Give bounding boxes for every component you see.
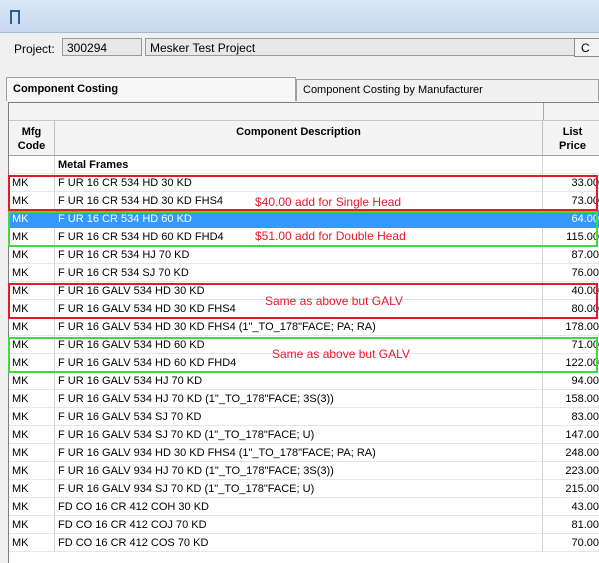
mfg-code-cell: MK xyxy=(9,246,55,264)
table-row[interactable]: MK F UR 16 CR 534 SJ 70 KD 76.00 xyxy=(9,264,599,282)
tab-component-costing-by-manufacturer[interactable]: Component Costing by Manufacturer xyxy=(296,79,599,101)
column-header-mfg-code[interactable]: Mfg Code xyxy=(9,121,55,155)
grid-header: Mfg Code Component Description List Price xyxy=(9,121,599,156)
table-row[interactable]: MK FD CO 16 CR 412 COJ 70 KD 81.00 xyxy=(9,516,599,534)
annotation-note: Same as above but GALV xyxy=(272,347,410,361)
project-lookup-button[interactable]: C xyxy=(574,38,599,57)
table-row[interactable]: MK F UR 16 CR 534 HD 30 KD 33.00 xyxy=(9,174,599,192)
mfg-code-cell: MK xyxy=(9,336,55,354)
mfg-code-cell: MK xyxy=(9,372,55,390)
table-row[interactable]: MK F UR 16 CR 534 HD 60 KD 64.00 xyxy=(9,210,599,228)
list-price-cell: 122.00 xyxy=(543,354,599,372)
table-row[interactable]: MK F UR 16 GALV 934 HD 30 KD FHS4 (1"_TO_… xyxy=(9,444,599,462)
table-row[interactable]: MK F UR 16 GALV 534 HJ 70 KD 94.00 xyxy=(9,372,599,390)
list-price-cell: 73.00 xyxy=(543,192,599,210)
mfg-code-cell: MK xyxy=(9,408,55,426)
mfg-code-cell: MK xyxy=(9,516,55,534)
description-cell: F UR 16 GALV 934 HD 30 KD FHS4 (1"_TO_17… xyxy=(55,444,543,462)
table-row[interactable]: MK F UR 16 GALV 534 HJ 70 KD (1"_TO_178"F… xyxy=(9,390,599,408)
table-row[interactable]: MK F UR 16 GALV 934 HJ 70 KD (1"_TO_178"F… xyxy=(9,462,599,480)
list-price-cell: 33.00 xyxy=(543,174,599,192)
table-row[interactable]: MK F UR 16 CR 534 HJ 70 KD 87.00 xyxy=(9,246,599,264)
column-header-component-description[interactable]: Component Description xyxy=(55,121,543,155)
table-row[interactable]: MK FD CO 16 CR 412 COH 30 KD 43.00 xyxy=(9,498,599,516)
description-cell: F UR 16 CR 534 HD 60 KD xyxy=(55,210,543,228)
list-price-cell: 43.00 xyxy=(543,498,599,516)
list-price-cell: 87.00 xyxy=(543,246,599,264)
mfg-code-cell: MK xyxy=(9,444,55,462)
list-price-cell: 71.00 xyxy=(543,336,599,354)
project-name-field[interactable]: Mesker Test Project xyxy=(145,38,577,56)
list-price-cell: 70.00 xyxy=(543,534,599,552)
list-price-cell: 80.00 xyxy=(543,300,599,318)
grid-band-row xyxy=(9,103,599,121)
mfg-code-cell: MK xyxy=(9,174,55,192)
table-row[interactable]: MK F UR 16 GALV 534 SJ 70 KD 83.00 xyxy=(9,408,599,426)
mfg-code-cell: MK xyxy=(9,534,55,552)
list-price-cell: 83.00 xyxy=(543,408,599,426)
group-row[interactable]: Metal Frames xyxy=(9,156,599,174)
description-cell: FD CO 16 CR 412 COH 30 KD xyxy=(55,498,543,516)
annotation-note: Same as above but GALV xyxy=(265,294,403,308)
list-price-cell xyxy=(543,156,599,174)
description-cell: FD CO 16 CR 412 COS 70 KD xyxy=(55,534,543,552)
mfg-code-cell: MK xyxy=(9,228,55,246)
list-price-cell: 115.00 xyxy=(543,228,599,246)
list-price-cell: 40.00 xyxy=(543,282,599,300)
annotation-note: $40.00 add for Single Head xyxy=(255,195,402,209)
list-price-cell: 94.00 xyxy=(543,372,599,390)
description-cell: F UR 16 GALV 934 HJ 70 KD (1"_TO_178"FAC… xyxy=(55,462,543,480)
window-titlebar xyxy=(0,0,599,33)
description-cell: F UR 16 CR 534 HD 30 KD xyxy=(55,174,543,192)
mfg-code-cell: MK xyxy=(9,462,55,480)
list-price-cell: 248.00 xyxy=(543,444,599,462)
list-price-cell: 158.00 xyxy=(543,390,599,408)
table-row[interactable]: MK F UR 16 GALV 534 SJ 70 KD (1"_TO_178"F… xyxy=(9,426,599,444)
project-number-field[interactable]: 300294 xyxy=(62,38,142,56)
mfg-code-cell: MK xyxy=(9,480,55,498)
list-price-cell: 76.00 xyxy=(543,264,599,282)
mfg-code-cell xyxy=(9,156,55,174)
annotation-note: $51.00 add for Double Head xyxy=(255,229,406,243)
list-price-cell: 64.00 xyxy=(543,210,599,228)
description-cell: F UR 16 GALV 534 SJ 70 KD (1"_TO_178"FAC… xyxy=(55,426,543,444)
list-price-cell: 215.00 xyxy=(543,480,599,498)
table-row[interactable]: MK FD CO 16 CR 412 COS 70 KD 70.00 xyxy=(9,534,599,552)
mfg-code-cell: MK xyxy=(9,426,55,444)
mfg-code-cell: MK xyxy=(9,318,55,336)
mfg-code-cell: MK xyxy=(9,300,55,318)
window-app-icon xyxy=(10,10,20,24)
list-price-cell: 223.00 xyxy=(543,462,599,480)
description-cell: F UR 16 GALV 534 SJ 70 KD xyxy=(55,408,543,426)
column-header-list-price[interactable]: List Price xyxy=(543,121,599,155)
mfg-code-cell: MK xyxy=(9,210,55,228)
table-row[interactable]: MK F UR 16 GALV 934 SJ 70 KD (1"_TO_178"F… xyxy=(9,480,599,498)
component-costing-grid[interactable]: Mfg Code Component Description List Price … xyxy=(8,102,599,563)
table-row[interactable]: MK F UR 16 GALV 534 HD 30 KD FHS4 (1"_TO_… xyxy=(9,318,599,336)
list-price-cell: 147.00 xyxy=(543,426,599,444)
description-cell: F UR 16 CR 534 HJ 70 KD xyxy=(55,246,543,264)
description-cell: Metal Frames xyxy=(55,156,543,174)
description-cell: FD CO 16 CR 412 COJ 70 KD xyxy=(55,516,543,534)
tab-component-costing[interactable]: Component Costing xyxy=(6,77,296,101)
mfg-code-cell: MK xyxy=(9,498,55,516)
list-price-cell: 81.00 xyxy=(543,516,599,534)
description-cell: F UR 16 GALV 534 HJ 70 KD xyxy=(55,372,543,390)
mfg-code-cell: MK xyxy=(9,390,55,408)
mfg-code-cell: MK xyxy=(9,192,55,210)
description-cell: F UR 16 CR 534 SJ 70 KD xyxy=(55,264,543,282)
mfg-code-cell: MK xyxy=(9,282,55,300)
mfg-code-cell: MK xyxy=(9,354,55,372)
description-cell: F UR 16 GALV 934 SJ 70 KD (1"_TO_178"FAC… xyxy=(55,480,543,498)
description-cell: F UR 16 GALV 534 HJ 70 KD (1"_TO_178"FAC… xyxy=(55,390,543,408)
list-price-cell: 178.00 xyxy=(543,318,599,336)
mfg-code-cell: MK xyxy=(9,264,55,282)
project-label: Project: xyxy=(14,42,55,56)
description-cell: F UR 16 GALV 534 HD 30 KD FHS4 (1"_TO_17… xyxy=(55,318,543,336)
